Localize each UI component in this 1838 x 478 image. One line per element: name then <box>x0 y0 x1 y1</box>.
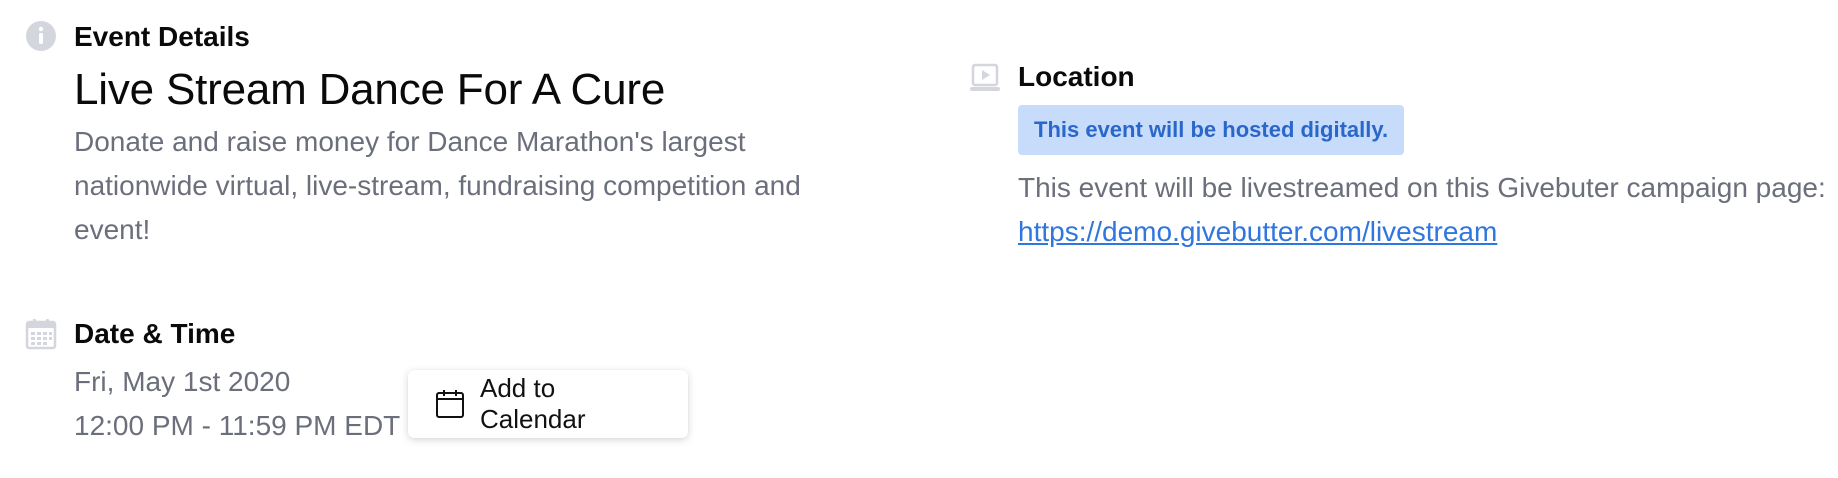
event-time: 12:00 PM - 11:59 PM EDT <box>74 410 401 441</box>
add-to-calendar-label: Add to Calendar <box>480 373 586 434</box>
location-heading: Location <box>1018 61 1135 92</box>
event-description-line: event! <box>74 214 151 245</box>
digital-event-badge: This event will be hosted digitally. <box>1018 105 1405 155</box>
video-play-icon <box>969 62 1001 94</box>
event-description: Donate and raise money for Dance Maratho… <box>74 120 874 252</box>
calendar-outline-icon <box>434 388 466 420</box>
info-icon <box>25 20 57 52</box>
location-description: This event will be livestreamed on this … <box>1018 172 1826 203</box>
date-time-heading: Date & Time <box>74 318 236 349</box>
livestream-link[interactable]: https://demo.givebutter.com/livestream <box>1018 210 1497 254</box>
add-to-calendar-button[interactable]: Add to Calendar <box>408 370 688 438</box>
event-description-line: nationwide virtual, live-stream, fundrai… <box>74 170 801 201</box>
event-details-heading: Event Details <box>74 21 250 52</box>
event-title: Live Stream Dance For A Cure <box>74 65 666 114</box>
event-description-line: Donate and raise money for Dance Maratho… <box>74 126 746 157</box>
calendar-icon <box>25 318 57 350</box>
event-date: Fri, May 1st 2020 <box>74 366 291 397</box>
